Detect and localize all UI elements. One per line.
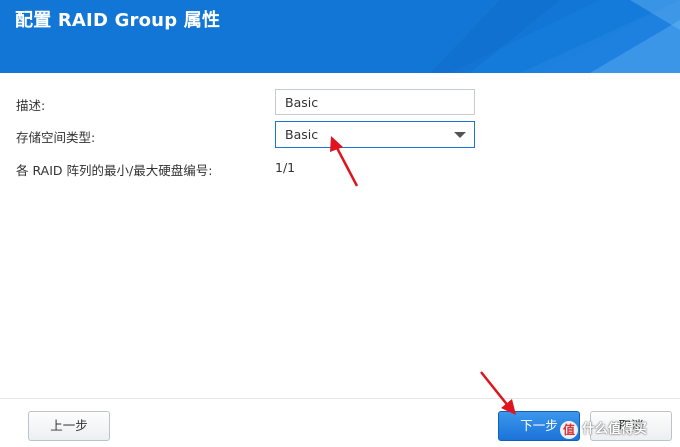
description-input[interactable]: [275, 89, 475, 115]
description-label: 描述:: [16, 98, 46, 113]
watermark-text: 什么值得买: [582, 422, 648, 437]
dialog-header: 配置 RAID Group 属性: [0, 0, 680, 73]
dialog-title: 配置 RAID Group 属性: [15, 10, 221, 31]
storage-type-label: 存储空间类型:: [16, 130, 96, 145]
prev-button[interactable]: 上一步: [28, 411, 110, 441]
chevron-down-icon[interactable]: [454, 132, 466, 138]
watermark-logo-icon: 值: [560, 420, 578, 439]
min-max-disks-label: 各 RAID 阵列的最小/最大硬盘编号:: [16, 163, 213, 178]
red-arrow-icon: [480, 371, 516, 415]
footer-divider: [0, 398, 680, 399]
watermark: 值什么值得买: [560, 416, 647, 444]
storage-type-selected-value: Basic: [285, 127, 319, 142]
storage-type-select[interactable]: Basic: [275, 121, 475, 148]
min-max-disks-value: 1/1: [275, 160, 296, 175]
